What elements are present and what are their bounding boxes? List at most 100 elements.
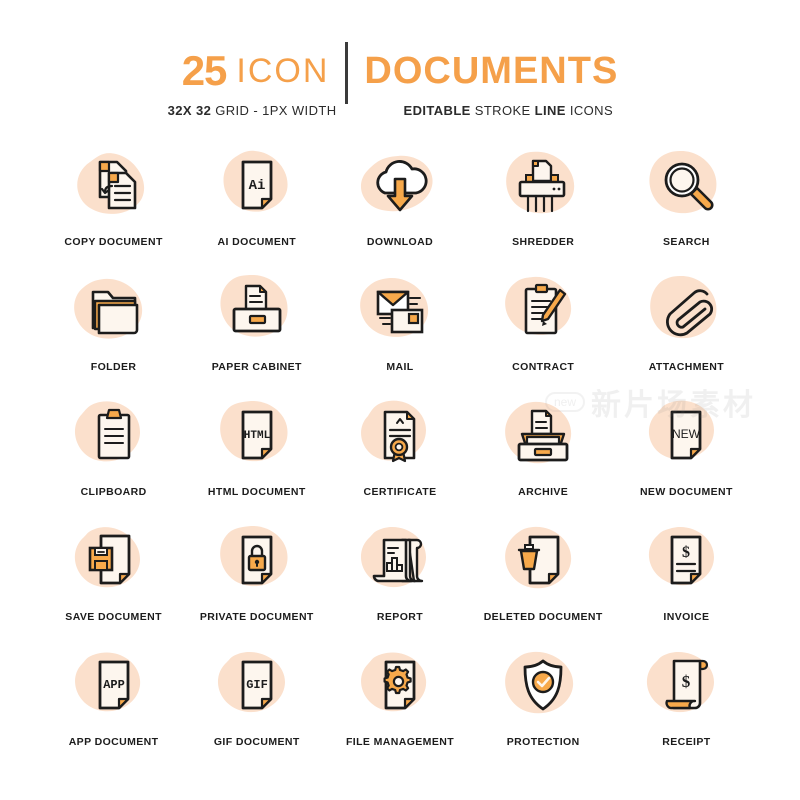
icon-label: PROTECTION [506, 736, 580, 748]
subtitle-row: 32X 32 GRID - 1PX WIDTH EDITABLE STROKE … [0, 101, 800, 119]
icon-label: ARCHIVE [518, 486, 569, 498]
icon-cell-archive[interactable]: ARCHIVE [472, 390, 615, 515]
icon-label: APP DOCUMENT [68, 736, 159, 748]
icon-cell-file-management[interactable]: FILE MANAGEMENT [328, 640, 471, 765]
file-management-icon [383, 660, 416, 710]
gif-document-icon: GIF [241, 660, 273, 710]
icon-count: 25 [181, 47, 228, 94]
icon-label: DOWNLOAD [366, 236, 434, 248]
icon-cell-report[interactable]: REPORT [328, 515, 471, 640]
currency-symbol: $ [682, 672, 691, 691]
doc-type-text: NEW [672, 427, 701, 441]
icon-cell-invoice[interactable]: $ INVOICE [615, 515, 758, 640]
folder-icon [91, 290, 138, 335]
icon-art [346, 140, 454, 232]
icon-art [489, 515, 597, 607]
title-row: 25 ICON DOCUMENTS [0, 42, 800, 104]
subtitle-right-wrap: EDITABLE STROKE LINE ICONS [388, 103, 654, 118]
doc-type-text: HTML [244, 430, 271, 442]
icon-art [632, 265, 740, 357]
icon-cell-search[interactable]: SEARCH [615, 140, 758, 265]
icon-cell-contract[interactable]: CONTRACT [472, 265, 615, 390]
icon-cell-folder[interactable]: FOLDER [42, 265, 185, 390]
icon-cell-protection[interactable]: PROTECTION [472, 640, 615, 765]
icon-art [489, 265, 597, 357]
icon-art: Ai [203, 140, 311, 232]
icon-label: GIF DOCUMENT [213, 736, 300, 748]
icon-art [203, 265, 311, 357]
subtitle-left-wrap: 32X 32 GRID - 1PX WIDTH [147, 103, 353, 118]
icon-label: PAPER CABINET [211, 361, 302, 373]
invoice-icon: $ [670, 535, 702, 585]
icon-art [60, 515, 168, 607]
ai-document-icon: Ai [241, 160, 273, 210]
report-icon [372, 538, 424, 583]
icon-art: $ [632, 515, 740, 607]
private-document-icon [241, 535, 273, 585]
grid-spec-size: 32X 32 [167, 102, 212, 118]
grid-spec: 32X 32 GRID - 1PX WIDTH [168, 103, 337, 118]
icon-word: ICON [236, 52, 330, 90]
icon-art [346, 640, 454, 732]
icon-cell-certificate[interactable]: CERTIFICATE [328, 390, 471, 515]
icon-cell-shredder[interactable]: SHREDDER [472, 140, 615, 265]
icon-art [632, 140, 740, 232]
archive-icon [517, 409, 569, 462]
app-document-icon: APP [98, 660, 129, 710]
icon-cell-mail[interactable]: MAIL [328, 265, 471, 390]
page-title: DOCUMENTS [364, 50, 619, 92]
download-icon [376, 160, 428, 212]
icon-label: HTML DOCUMENT [207, 486, 306, 498]
icon-label: REPORT [376, 611, 424, 623]
icon-cell-new-document[interactable]: NEW NEW DOCUMENT [615, 390, 758, 515]
icon-cell-clipboard[interactable]: CLIPBOARD [42, 390, 185, 515]
icon-art [346, 265, 454, 357]
icon-cell-ai-document[interactable]: Ai AI DOCUMENT [185, 140, 328, 265]
currency-symbol: $ [682, 544, 690, 561]
icon-label: SAVE DOCUMENT [65, 611, 162, 623]
icon-art [60, 265, 168, 357]
mail-icon [376, 290, 424, 334]
copy-document-icon [98, 160, 136, 210]
doc-type-text: Ai [248, 178, 265, 194]
icon-cell-app-document[interactable]: APP APP DOCUMENT [42, 640, 185, 765]
icon-art [346, 390, 454, 482]
icon-label: FOLDER [90, 361, 137, 373]
icon-cell-paper-cabinet[interactable]: PAPER CABINET [185, 265, 328, 390]
icon-art [346, 515, 454, 607]
icon-art [60, 140, 168, 232]
icon-label: FILE MANAGEMENT [345, 736, 455, 748]
deleted-document-icon [517, 535, 560, 585]
new-document-icon: NEW [670, 410, 702, 460]
grid-spec-rest: GRID - 1PX WIDTH [215, 102, 337, 118]
icon-cell-deleted-document[interactable]: DELETED DOCUMENT [472, 515, 615, 640]
gear-icon [383, 665, 412, 695]
doc-type-text: GIF [246, 678, 268, 692]
icon-art: APP [60, 640, 168, 732]
icon-label: PRIVATE DOCUMENT [199, 611, 314, 623]
contract-icon [524, 283, 567, 335]
icon-art [489, 640, 597, 732]
receipt-icon: $ [665, 659, 709, 710]
icon-label: ATTACHMENT [648, 361, 725, 373]
icon-cell-attachment[interactable]: ATTACHMENT [615, 265, 758, 390]
shredder-icon [518, 159, 566, 213]
icon-label: AI DOCUMENT [217, 236, 297, 248]
icon-art [203, 515, 311, 607]
icon-cell-gif-document[interactable]: GIF GIF DOCUMENT [185, 640, 328, 765]
icon-cell-private-document[interactable]: PRIVATE DOCUMENT [185, 515, 328, 640]
icon-label: CONTRACT [512, 361, 575, 373]
icon-cell-copy-document[interactable]: COPY DOCUMENT [42, 140, 185, 265]
icon-cell-receipt[interactable]: $ RECEIPT [615, 640, 758, 765]
icon-label: INVOICE [663, 611, 710, 623]
icon-grid: COPY DOCUMENT Ai AI DOCUMENT DOWNLOAD SH… [42, 140, 758, 765]
doc-type-text: APP [103, 678, 125, 692]
icon-label: DELETED DOCUMENT [483, 611, 603, 623]
icon-label: MAIL [386, 361, 414, 373]
header: 25 ICON DOCUMENTS 32X 32 GRID - 1PX WIDT… [0, 42, 800, 119]
certificate-icon [383, 410, 416, 463]
icon-cell-save-document[interactable]: SAVE DOCUMENT [42, 515, 185, 640]
icon-cell-download[interactable]: DOWNLOAD [328, 140, 471, 265]
icon-cell-html-document[interactable]: HTML HTML DOCUMENT [185, 390, 328, 515]
stroke-spec-icons: ICONS [569, 102, 614, 118]
